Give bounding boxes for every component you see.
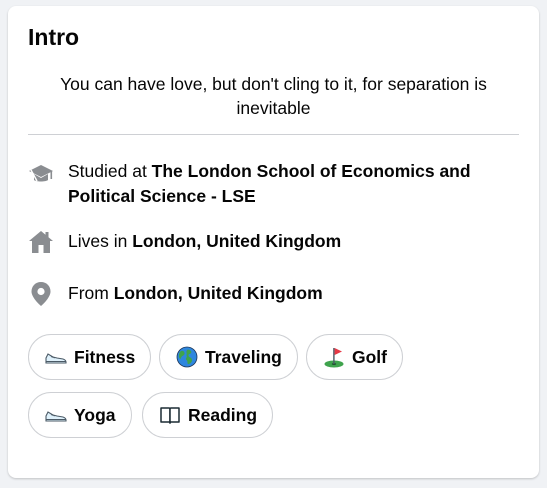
detail-hometown: From London, United Kingdom [28, 281, 519, 307]
open-book-icon [159, 404, 181, 426]
divider [28, 134, 519, 135]
sneaker-icon [45, 404, 67, 426]
detail-education: Studied at The London School of Economic… [28, 159, 519, 209]
house-icon [28, 229, 54, 255]
education-prefix: Studied at [68, 161, 152, 181]
hometown-city-link[interactable]: London, United Kingdom [114, 283, 323, 303]
hometown-prefix: From [68, 283, 114, 303]
sneaker-icon [45, 346, 67, 368]
hobby-label: Reading [188, 404, 258, 425]
hobby-chip-fitness[interactable]: Fitness [28, 334, 152, 380]
golf-flag-icon [323, 346, 345, 368]
residence-city-link[interactable]: London, United Kingdom [132, 231, 341, 251]
hobby-chip-traveling[interactable]: Traveling [159, 334, 298, 380]
intro-title: Intro [28, 24, 80, 50]
residence-prefix: Lives in [68, 231, 133, 251]
bio-text: You can have love, but don't cling to it… [60, 74, 487, 118]
hobby-chip-reading[interactable]: Reading [142, 392, 274, 438]
location-pin-icon [28, 281, 54, 307]
globe-icon [176, 346, 198, 368]
hobby-label: Fitness [74, 346, 136, 367]
intro-card: Intro You can have love, but don't cling… [8, 6, 539, 478]
hobby-label: Golf [352, 346, 387, 367]
graduation-cap-icon [28, 161, 54, 187]
hobby-chip-yoga[interactable]: Yoga [28, 392, 132, 438]
hobby-label: Yoga [74, 404, 116, 425]
hobby-chip-golf[interactable]: Golf [306, 334, 403, 380]
detail-residence: Lives in London, United Kingdom [28, 229, 519, 255]
hobby-label: Traveling [205, 346, 282, 367]
